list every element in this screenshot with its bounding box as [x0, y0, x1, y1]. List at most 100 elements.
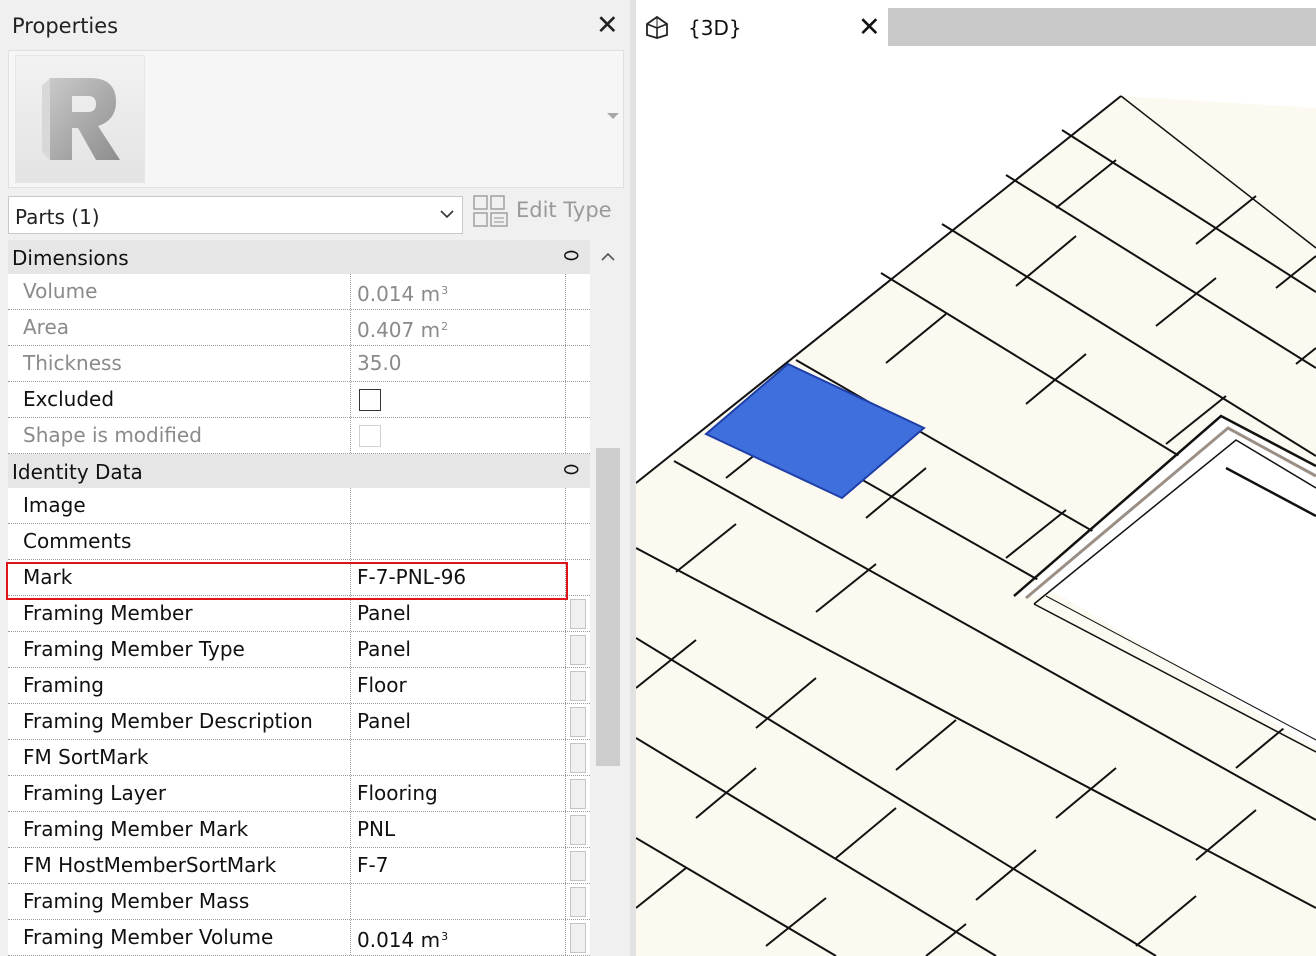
edit-type-icon: [473, 195, 508, 227]
row-button-cell[interactable]: [566, 884, 590, 919]
group-header-dimensions[interactable]: Dimensions ⬭: [8, 240, 590, 274]
row-button-cell: [566, 382, 590, 417]
browse-handle-icon[interactable]: [570, 851, 586, 881]
properties-title: Properties: [12, 14, 119, 38]
browse-handle-icon[interactable]: [570, 887, 586, 917]
property-value[interactable]: Panel: [351, 704, 566, 739]
property-value[interactable]: Panel: [351, 596, 566, 631]
edit-type-button[interactable]: Edit Type: [472, 194, 622, 232]
property-row-thickness: Thickness 35.0: [8, 346, 590, 382]
property-name: Framing Member Mark: [8, 812, 351, 847]
browse-handle-icon[interactable]: [570, 635, 586, 665]
property-value[interactable]: F-7-PNL-96: [351, 560, 566, 595]
row-button-cell: [566, 346, 590, 381]
property-value-text: Panel: [357, 601, 411, 625]
property-value-text: F-7-PNL-96: [357, 565, 467, 589]
property-value[interactable]: [351, 740, 566, 775]
property-row-excluded: Excluded: [8, 382, 590, 418]
browse-handle-icon[interactable]: [570, 599, 586, 629]
property-row-framing-member-description: Framing Member Description Panel: [8, 704, 590, 740]
edit-type-label: Edit Type: [516, 198, 612, 222]
property-name: Framing Layer: [8, 776, 351, 811]
property-value[interactable]: Flooring: [351, 776, 566, 811]
property-name: Framing Member Mass: [8, 884, 351, 919]
property-value[interactable]: 0.014 m3: [351, 920, 566, 955]
row-button-cell: [566, 418, 590, 453]
property-row-framing-member: Framing Member Panel: [8, 596, 590, 632]
property-name: Framing: [8, 668, 351, 703]
row-button-cell[interactable]: [566, 812, 590, 847]
property-value: 0.407 m2: [351, 310, 566, 345]
row-button-cell: [566, 274, 590, 309]
tab-close-icon[interactable]: ✕: [858, 12, 881, 43]
group-label: Identity Data: [12, 460, 143, 484]
property-value[interactable]: Panel: [351, 632, 566, 667]
row-button-cell[interactable]: [566, 668, 590, 703]
scroll-thumb[interactable]: [596, 448, 620, 766]
property-name: Image: [8, 488, 351, 523]
row-button-cell[interactable]: [566, 740, 590, 775]
browse-handle-icon[interactable]: [570, 923, 586, 953]
properties-close-icon[interactable]: ✕: [596, 10, 619, 41]
row-button-cell: [566, 524, 590, 559]
row-button-cell[interactable]: [566, 848, 590, 883]
property-name: Shape is modified: [8, 418, 351, 453]
row-button-cell[interactable]: [566, 920, 590, 955]
collapse-icon[interactable]: ⬭: [564, 460, 579, 480]
browse-handle-icon[interactable]: [570, 743, 586, 773]
type-dropdown-arrow-icon[interactable]: [607, 113, 619, 119]
property-name: Framing Member Volume: [8, 920, 351, 955]
property-row-framing-member-volume: Framing Member Volume 0.014 m3: [8, 920, 590, 956]
property-row-comments: Comments: [8, 524, 590, 560]
property-name: Framing Member Description: [8, 704, 351, 739]
property-value: 35.0: [351, 346, 566, 381]
property-value-text: F-7: [357, 853, 389, 877]
property-row-framing-member-type: Framing Member Type Panel: [8, 632, 590, 668]
browse-handle-icon[interactable]: [570, 815, 586, 845]
browse-handle-icon[interactable]: [570, 671, 586, 701]
property-name: Framing Member Type: [8, 632, 351, 667]
property-name: FM SortMark: [8, 740, 351, 775]
property-value[interactable]: [351, 382, 566, 417]
property-value[interactable]: F-7: [351, 848, 566, 883]
unit-exponent: 3: [441, 930, 449, 943]
property-value[interactable]: [351, 488, 566, 523]
property-row-shape-is-modified: Shape is modified: [8, 418, 590, 454]
property-value[interactable]: PNL: [351, 812, 566, 847]
tab-title: {3D}: [688, 16, 742, 40]
property-row-image: Image: [8, 488, 590, 524]
property-value-text: Panel: [357, 709, 411, 733]
3d-viewport[interactable]: [636, 48, 1316, 956]
row-button-cell[interactable]: [566, 596, 590, 631]
row-button-cell[interactable]: [566, 632, 590, 667]
tab-3d-view[interactable]: {3D} ✕: [636, 8, 888, 48]
property-value-text: 35.0: [357, 351, 402, 375]
row-button-cell[interactable]: [566, 776, 590, 811]
scroll-up-arrow-icon[interactable]: [601, 252, 615, 262]
parts-filter-dropdown[interactable]: Parts (1): [8, 196, 463, 234]
properties-scrollbar[interactable]: [593, 240, 623, 956]
property-value[interactable]: [351, 524, 566, 559]
row-button-cell: [566, 560, 590, 595]
browse-handle-icon[interactable]: [570, 779, 586, 809]
checkbox: [359, 425, 381, 447]
row-button-cell[interactable]: [566, 704, 590, 739]
property-value[interactable]: Floor: [351, 668, 566, 703]
type-selector[interactable]: [8, 50, 624, 188]
property-name: Thickness: [8, 346, 351, 381]
property-name: Excluded: [8, 382, 351, 417]
property-name: Comments: [8, 524, 351, 559]
row-button-cell: [566, 488, 590, 523]
property-row-framing-member-mark: Framing Member Mark PNL: [8, 812, 590, 848]
property-value-text: Panel: [357, 637, 411, 661]
properties-grid: Dimensions ⬭ Volume 0.014 m3 Area 0.407 m2 Thi…: [8, 240, 590, 956]
collapse-icon[interactable]: ⬭: [564, 246, 579, 266]
group-header-identity-data[interactable]: Identity Data ⬭: [8, 454, 590, 488]
browse-handle-icon[interactable]: [570, 707, 586, 737]
property-value: 0.014 m3: [351, 274, 566, 309]
property-row-framing-layer: Framing Layer Flooring: [8, 776, 590, 812]
checkbox[interactable]: [359, 389, 381, 411]
property-value[interactable]: [351, 884, 566, 919]
tab-bar-empty: [888, 8, 1316, 46]
parts-filter-label: Parts (1): [15, 205, 100, 229]
